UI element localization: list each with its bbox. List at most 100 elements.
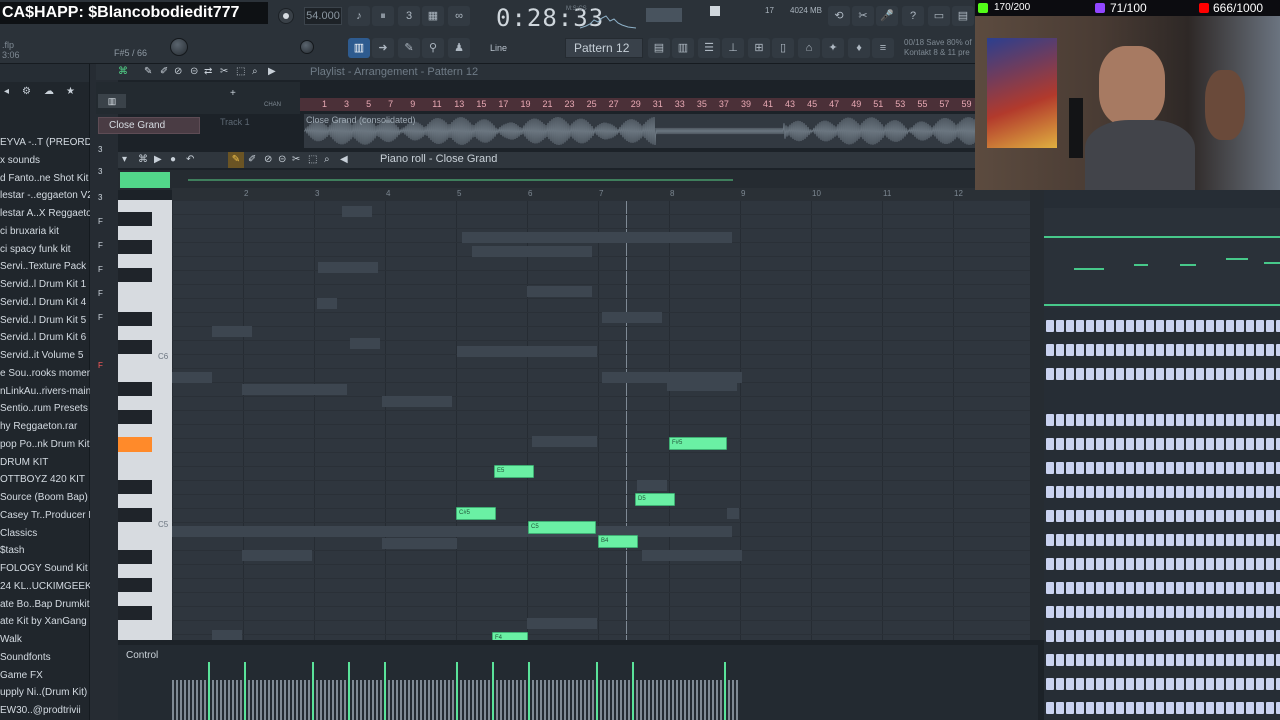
velocity-bar[interactable] bbox=[288, 680, 290, 720]
sampler-pad[interactable] bbox=[1156, 414, 1164, 426]
sampler-pad[interactable] bbox=[1146, 462, 1154, 474]
sampler-pad[interactable] bbox=[1126, 678, 1134, 690]
velocity-bar[interactable] bbox=[532, 680, 534, 720]
sampler-pad[interactable] bbox=[1276, 344, 1280, 356]
sampler-pad[interactable] bbox=[1196, 344, 1204, 356]
sampler-pad[interactable] bbox=[1126, 558, 1134, 570]
sampler-pad[interactable] bbox=[1166, 534, 1174, 546]
velocity-bar[interactable] bbox=[268, 680, 270, 720]
sampler-pad[interactable] bbox=[1146, 368, 1154, 380]
velocity-bar[interactable] bbox=[416, 680, 418, 720]
velocity-bar[interactable] bbox=[668, 680, 670, 720]
velocity-bar[interactable] bbox=[176, 680, 178, 720]
velocity-bar[interactable] bbox=[544, 680, 546, 720]
sampler-pad[interactable] bbox=[1046, 582, 1054, 594]
velocity-bar[interactable] bbox=[436, 680, 438, 720]
velocity-bar[interactable] bbox=[564, 680, 566, 720]
velocity-bar[interactable] bbox=[676, 680, 678, 720]
velocity-bar[interactable] bbox=[504, 680, 506, 720]
sampler-pad[interactable] bbox=[1226, 654, 1234, 666]
sampler-pad[interactable] bbox=[1236, 438, 1244, 450]
sampler-pad[interactable] bbox=[1266, 630, 1274, 642]
sampler-pad[interactable] bbox=[1196, 534, 1204, 546]
black-key[interactable] bbox=[118, 312, 152, 326]
sampler-pad[interactable] bbox=[1146, 534, 1154, 546]
sampler-pad[interactable] bbox=[1106, 414, 1114, 426]
velocity-bar[interactable] bbox=[700, 680, 702, 720]
sampler-pad[interactable] bbox=[1136, 702, 1144, 714]
sampler-pad[interactable] bbox=[1116, 462, 1124, 474]
brush-tool-icon[interactable]: ✐ bbox=[248, 154, 256, 165]
undo-icon[interactable]: ↶ bbox=[186, 154, 194, 165]
velocity-bar[interactable] bbox=[444, 680, 446, 720]
sampler-pad[interactable] bbox=[1056, 368, 1064, 380]
collapse-icon[interactable]: ◂ bbox=[4, 86, 9, 97]
sampler-pad[interactable] bbox=[1216, 678, 1224, 690]
sampler-pad[interactable] bbox=[1226, 510, 1234, 522]
browser-item[interactable]: lestar -..eggaeton V2 bbox=[0, 187, 90, 205]
sampler-pad[interactable] bbox=[1236, 558, 1244, 570]
sampler-pad[interactable] bbox=[1276, 534, 1280, 546]
sampler-pad[interactable] bbox=[1176, 630, 1184, 642]
sampler-pad[interactable] bbox=[1116, 558, 1124, 570]
sampler-pad[interactable] bbox=[1186, 606, 1194, 618]
sampler-pad[interactable] bbox=[1096, 582, 1104, 594]
velocity-bar[interactable] bbox=[720, 680, 722, 720]
sampler-pad[interactable] bbox=[1046, 486, 1054, 498]
sampler-pad[interactable] bbox=[1236, 368, 1244, 380]
piano-roll-menu-icon[interactable]: ▾ bbox=[122, 154, 127, 165]
sampler-pad[interactable] bbox=[1106, 510, 1114, 522]
velocity-bar[interactable] bbox=[200, 680, 202, 720]
sampler-pad[interactable] bbox=[1086, 510, 1094, 522]
pencil-tool-icon[interactable]: ✎ bbox=[228, 152, 244, 168]
sampler-pad[interactable] bbox=[1096, 320, 1104, 332]
sampler-pad[interactable] bbox=[1046, 630, 1054, 642]
sampler-pad[interactable] bbox=[1206, 582, 1214, 594]
select-icon[interactable]: ⬚ bbox=[236, 66, 245, 77]
velocity-bar[interactable] bbox=[548, 680, 550, 720]
sampler-pad[interactable] bbox=[1196, 486, 1204, 498]
velocity-bar[interactable] bbox=[600, 680, 602, 720]
sampler-pad[interactable] bbox=[1156, 344, 1164, 356]
sampler-pad[interactable] bbox=[1126, 320, 1134, 332]
sampler-pad[interactable] bbox=[1196, 654, 1204, 666]
sampler-pad[interactable] bbox=[1126, 654, 1134, 666]
midi-note[interactable]: F4 bbox=[492, 632, 528, 640]
sampler-pad[interactable] bbox=[1276, 606, 1280, 618]
sampler-pad[interactable] bbox=[1156, 438, 1164, 450]
sampler-pad[interactable] bbox=[1056, 630, 1064, 642]
velocity-bar[interactable] bbox=[644, 680, 646, 720]
browser-item[interactable]: Servid..l Drum Kit 6 bbox=[0, 329, 90, 347]
sampler-pad[interactable] bbox=[1236, 462, 1244, 474]
sampler-pad[interactable] bbox=[1206, 678, 1214, 690]
velocity-bar[interactable] bbox=[384, 662, 386, 720]
sampler-pad[interactable] bbox=[1106, 654, 1114, 666]
velocity-bar[interactable] bbox=[404, 680, 406, 720]
sampler-pad[interactable] bbox=[1236, 344, 1244, 356]
sampler-pad[interactable] bbox=[1216, 344, 1224, 356]
piano-roll-overview[interactable] bbox=[118, 170, 1038, 190]
velocity-bar[interactable] bbox=[692, 680, 694, 720]
channel-tag[interactable]: F bbox=[98, 216, 116, 228]
sampler-pad[interactable] bbox=[1206, 344, 1214, 356]
sampler-pad[interactable] bbox=[1136, 678, 1144, 690]
sampler-pad[interactable] bbox=[1136, 654, 1144, 666]
delete-tool-icon[interactable]: ⊘ bbox=[264, 154, 272, 165]
browser-item[interactable]: d Fanto..ne Shot Kit bbox=[0, 170, 90, 188]
sampler-pad[interactable] bbox=[1096, 462, 1104, 474]
sampler-pad[interactable] bbox=[1246, 438, 1254, 450]
sampler-pad[interactable] bbox=[1236, 510, 1244, 522]
piano-icon[interactable]: ▥ bbox=[672, 38, 694, 58]
browser-item[interactable]: EW30..@prodtrivii bbox=[0, 702, 90, 720]
sampler-pad[interactable] bbox=[1096, 678, 1104, 690]
sampler-pad[interactable] bbox=[1086, 414, 1094, 426]
sampler-pad[interactable] bbox=[1216, 582, 1224, 594]
velocity-bar[interactable] bbox=[368, 680, 370, 720]
sampler-pad[interactable] bbox=[1276, 654, 1280, 666]
sampler-pad[interactable] bbox=[1106, 702, 1114, 714]
sampler-pad[interactable] bbox=[1206, 702, 1214, 714]
sampler-pad[interactable] bbox=[1066, 558, 1074, 570]
sampler-pad[interactable] bbox=[1136, 344, 1144, 356]
sampler-pad[interactable] bbox=[1276, 582, 1280, 594]
playback-icon[interactable]: ▶ bbox=[268, 66, 276, 77]
